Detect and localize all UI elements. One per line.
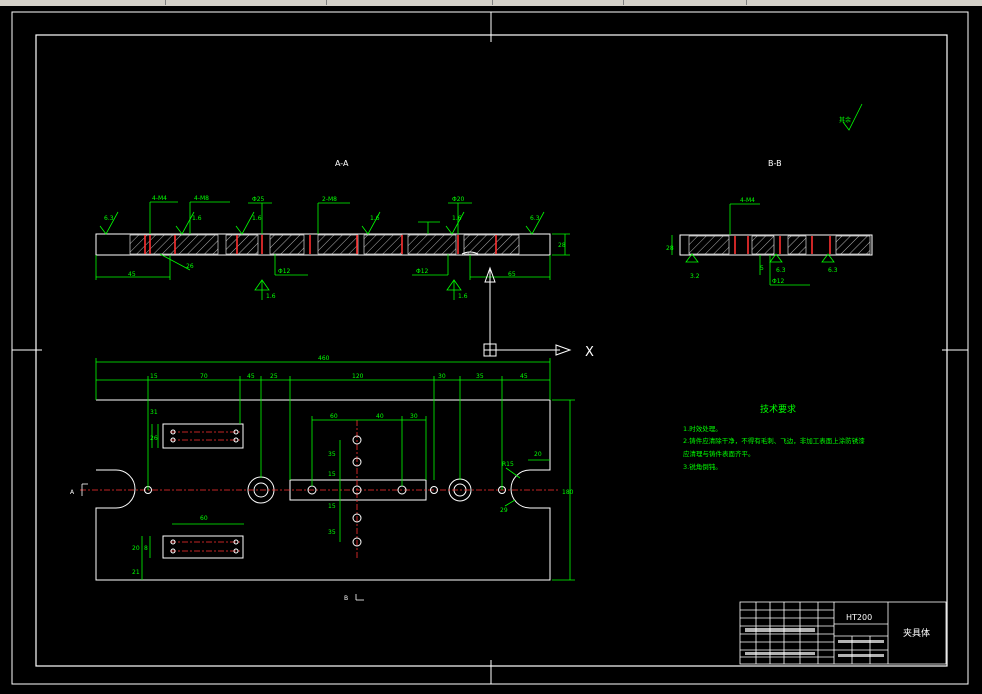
- dim-label: 45: [128, 271, 136, 278]
- inner-dim: 60: [330, 413, 338, 420]
- toolbar-segment[interactable]: [493, 0, 624, 5]
- right-dim: 20: [534, 451, 542, 458]
- chain-dim: 45: [247, 373, 255, 380]
- roughness-value: 1.6: [370, 215, 380, 222]
- slot-length-dim: 60: [200, 515, 208, 522]
- chain-dim: 35: [476, 373, 484, 380]
- roughness-value: 1.6: [192, 215, 202, 222]
- section-aa-label: A-A: [335, 159, 349, 168]
- left-vertical-dim: 21: [132, 569, 140, 576]
- roughness-value: 3.2: [690, 273, 700, 280]
- vertical-dim: 15: [328, 471, 336, 478]
- inner-dim: 40: [376, 413, 384, 420]
- height-dim: 180: [562, 489, 574, 496]
- title-block-small-text: [745, 628, 884, 657]
- right-radius-dim: R15: [502, 461, 514, 468]
- roughness-value: 6.3: [104, 215, 114, 222]
- roughness-value: 6.3: [776, 267, 786, 274]
- roughness-value: 6.3: [828, 267, 838, 274]
- tech-requirement-line: 1.时效处理。: [683, 424, 722, 433]
- chain-dim: 45: [520, 373, 528, 380]
- tech-requirement-line: 3.锐角倒钝。: [683, 462, 722, 471]
- section-bb-label: B-B: [768, 159, 782, 168]
- toolbar-segment[interactable]: [0, 0, 166, 5]
- part-name-label: 夹具体: [903, 627, 930, 639]
- toolbar-segment[interactable]: [166, 0, 327, 5]
- dim-label: 28: [558, 242, 566, 249]
- dim-label: Φ12: [772, 278, 785, 285]
- plan-dimension-lines: [95, 358, 575, 581]
- dim-label: Φ12: [416, 268, 429, 275]
- left-vertical-dim: 8: [144, 545, 148, 552]
- ucs-icon[interactable]: [483, 266, 572, 357]
- cad-drawing-canvas[interactable]: A-A 4-M4 4-M8 Φ25 2-M8 Φ20 45 65 26 28 Φ…: [0, 6, 982, 694]
- dim-label: Φ12: [278, 268, 291, 275]
- tech-requirements: 技术要求 1.时效处理。 2.铸件应清除干净，不得有毛刺、飞边，非加工表面上涂防…: [683, 403, 865, 471]
- dim-label: Φ25: [252, 196, 265, 203]
- material-label: HT200: [846, 613, 872, 622]
- dim-label: 4-M4: [740, 197, 755, 204]
- roughness-value: 6.3: [530, 215, 540, 222]
- dim-label: 4-M4: [152, 195, 167, 202]
- toolbar-segment[interactable]: [327, 0, 493, 5]
- dim-label: 4-M8: [194, 195, 209, 202]
- roughness-value: 1.6: [458, 293, 468, 300]
- vertical-dim: 35: [328, 529, 336, 536]
- dim-label: 2-M8: [322, 196, 337, 203]
- ucs-x-label: X: [585, 345, 594, 360]
- section-marker-b: B: [344, 595, 348, 602]
- dim-label: 5: [760, 265, 764, 272]
- tech-requirement-line: 应清理与铸件表面齐平。: [683, 449, 755, 458]
- section-bb-body: [679, 234, 873, 256]
- roughness-values-aa: 6.3 1.6 1.6 1.6 1.6 6.3 1.6 1.6 其余: [104, 116, 851, 300]
- tech-requirement-line: 2.铸件应清除干净，不得有毛刺、飞边，非加工表面上涂防锈漆: [683, 436, 865, 445]
- tech-requirements-title: 技术要求: [760, 403, 796, 415]
- left-vertical-dim: 20: [132, 545, 140, 552]
- overall-length-dim: 460: [318, 355, 330, 362]
- left-vertical-dim: 26: [150, 435, 158, 442]
- roughness-value: 1.6: [252, 215, 262, 222]
- dim-label: 65: [508, 271, 516, 278]
- vertical-dim: 15: [328, 503, 336, 510]
- dim-label: Φ20: [452, 196, 465, 203]
- toolbar-segment[interactable]: [624, 0, 747, 5]
- chain-dim: 15: [150, 373, 158, 380]
- roughness-value: 1.6: [452, 215, 462, 222]
- roughness-note: 其余: [839, 116, 851, 124]
- dim-label: 28: [666, 245, 674, 252]
- chain-dim: 120: [352, 373, 364, 380]
- inner-dim: 30: [410, 413, 418, 420]
- right-dim: 29: [500, 507, 508, 514]
- chain-dim: 70: [200, 373, 208, 380]
- section-marker-a: A: [70, 489, 75, 496]
- section-aa-body: [95, 233, 551, 256]
- left-vertical-dim: 31: [150, 409, 158, 416]
- vertical-dim: 35: [328, 451, 336, 458]
- chain-dim: 30: [438, 373, 446, 380]
- roughness-value: 1.6: [266, 293, 276, 300]
- dim-label: 26: [186, 263, 194, 270]
- chain-dim: 25: [270, 373, 278, 380]
